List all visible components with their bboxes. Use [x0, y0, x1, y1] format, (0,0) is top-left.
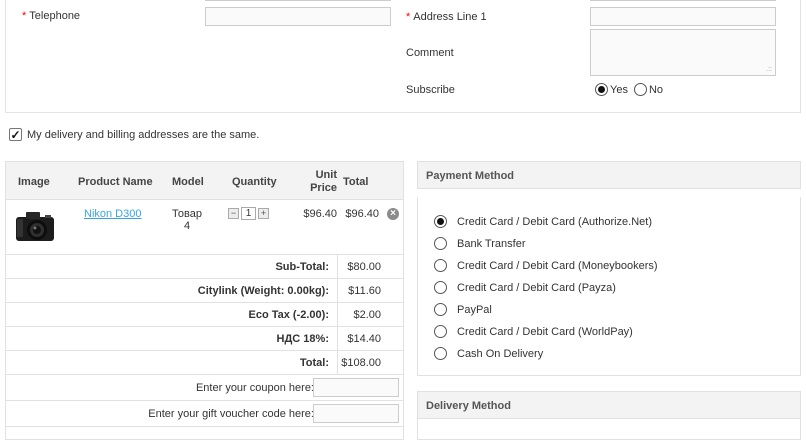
totals-label: Citylink (Weight: 0.00kg):: [197, 285, 329, 297]
payment-radio[interactable]: [434, 303, 447, 316]
totals-label: Total:: [299, 357, 329, 369]
quantity-increase-button[interactable]: +: [258, 208, 269, 219]
totals-value: $14.40: [347, 333, 381, 345]
payment-option-label[interactable]: Credit Card / Debit Card (WorldPay): [457, 326, 633, 338]
vat-row: НДС 18%: $14.40: [6, 327, 403, 351]
top-right-input-partial[interactable]: [590, 0, 776, 1]
voucher-input[interactable]: [313, 404, 399, 423]
payment-option[interactable]: PayPal: [434, 303, 492, 316]
grand-total-row: Total: $108.00: [6, 351, 403, 375]
address-line-1-label: * Address Line 1: [406, 11, 487, 23]
delivery-method-panel: [417, 419, 801, 440]
top-left-input-partial[interactable]: [205, 0, 391, 1]
subscribe-label: Subscribe: [406, 84, 455, 96]
line-total: $96.40: [345, 208, 379, 220]
address-line-1-input[interactable]: [590, 7, 776, 26]
telephone-input[interactable]: [205, 7, 391, 26]
payment-radio[interactable]: [434, 347, 447, 360]
payment-radio[interactable]: [434, 325, 447, 338]
payment-option-label[interactable]: Bank Transfer: [457, 238, 525, 250]
payment-method-panel: Credit Card / Debit Card (Authorize.Net)…: [417, 197, 801, 376]
payment-option-label[interactable]: Credit Card / Debit Card (Moneybookers): [457, 260, 658, 272]
subscribe-no-radio[interactable]: [633, 82, 647, 96]
column-header-quantity: Quantity: [232, 176, 277, 188]
payment-option-label[interactable]: Cash On Delivery: [457, 348, 543, 360]
payment-option-label[interactable]: PayPal: [457, 304, 492, 316]
product-name-link[interactable]: Nikon D300: [84, 208, 141, 220]
product-model: Товар 4: [172, 208, 202, 232]
cart-table-header: Image Product Name Model Quantity Unit P…: [6, 162, 403, 200]
payment-option[interactable]: Credit Card / Debit Card (Authorize.Net): [434, 215, 652, 228]
payment-radio-selected[interactable]: [434, 215, 447, 228]
delivery-method-title: Delivery Method: [426, 400, 511, 412]
totals-value: $108.00: [341, 357, 381, 369]
eco-tax-row: Eco Tax (-2.00): $2.00: [6, 303, 403, 327]
payment-option[interactable]: Bank Transfer: [434, 237, 525, 250]
subscribe-no-label[interactable]: No: [649, 84, 663, 96]
quantity-input[interactable]: 1: [241, 207, 256, 220]
divider: [337, 327, 338, 351]
coupon-label: Enter your coupon here:: [195, 382, 314, 394]
same-address-row: ✓ My delivery and billing addresses are …: [9, 128, 259, 141]
totals-value: $11.60: [348, 285, 381, 297]
subscribe-radio-group: Yes No: [595, 82, 669, 96]
totals-value: $80.00: [347, 261, 381, 273]
unit-price: $96.40: [303, 208, 337, 220]
divider: [337, 303, 338, 327]
same-address-label[interactable]: My delivery and billing addresses are th…: [27, 129, 259, 141]
column-header-unit-price: Unit Price: [310, 169, 337, 194]
column-header-total: Total: [343, 176, 369, 188]
payment-option[interactable]: Credit Card / Debit Card (Payza): [434, 281, 616, 294]
divider: [337, 351, 338, 375]
totals-label: Sub-Total:: [275, 261, 329, 273]
totals-label: Eco Tax (-2.00):: [248, 309, 330, 321]
subscribe-yes-label[interactable]: Yes: [610, 84, 628, 96]
subscribe-yes-radio[interactable]: [595, 82, 608, 96]
totals-label: НДС 18%:: [276, 333, 329, 345]
totals-value: $2.00: [353, 309, 381, 321]
payment-method-header: Payment Method: [417, 161, 801, 189]
column-header-image: Image: [18, 176, 50, 188]
same-address-checkbox[interactable]: ✓: [9, 128, 22, 141]
divider: [337, 279, 338, 303]
delivery-method-header: Delivery Method: [417, 391, 801, 419]
comment-textarea[interactable]: .::: [590, 29, 776, 76]
voucher-row: Enter your gift voucher code here:: [6, 401, 403, 427]
coupon-input[interactable]: [313, 378, 399, 397]
quantity-stepper: − 1 +: [228, 207, 269, 220]
column-header-product-name: Product Name: [78, 176, 153, 188]
payment-method-title: Payment Method: [426, 170, 515, 182]
payment-option[interactable]: Cash On Delivery: [434, 347, 543, 360]
voucher-label: Enter your gift voucher code here:: [148, 408, 314, 420]
payment-radio[interactable]: [434, 259, 447, 272]
payment-option-label[interactable]: Credit Card / Debit Card (Authorize.Net): [457, 216, 652, 228]
required-mark: *: [22, 10, 27, 22]
divider: [337, 255, 338, 279]
payment-option-label[interactable]: Credit Card / Debit Card (Payza): [457, 282, 616, 294]
remove-item-icon[interactable]: ×: [387, 208, 399, 220]
subtotal-row: Sub-Total: $80.00: [6, 255, 403, 279]
comment-label: Comment: [406, 47, 454, 59]
resize-grip-icon[interactable]: .::: [766, 66, 772, 73]
column-header-model: Model: [172, 176, 204, 188]
address-form-panel: * Telephone * Address Line 1 Comment .:: S…: [5, 0, 801, 113]
quantity-decrease-button[interactable]: −: [228, 208, 239, 219]
coupon-row: Enter your coupon here:: [6, 375, 403, 401]
required-mark: *: [406, 11, 411, 23]
cart-table: Image Product Name Model Quantity Unit P…: [5, 161, 404, 440]
product-image-camera[interactable]: [13, 208, 57, 244]
table-row: Nikon D300 Товар 4 − 1 + $96.40 $96.40 ×: [6, 200, 403, 255]
payment-radio[interactable]: [434, 237, 447, 250]
telephone-label: * Telephone: [22, 10, 81, 22]
payment-radio[interactable]: [434, 281, 447, 294]
shipping-row: Citylink (Weight: 0.00kg): $11.60: [6, 279, 403, 303]
payment-option[interactable]: Credit Card / Debit Card (WorldPay): [434, 325, 633, 338]
payment-option[interactable]: Credit Card / Debit Card (Moneybookers): [434, 259, 658, 272]
